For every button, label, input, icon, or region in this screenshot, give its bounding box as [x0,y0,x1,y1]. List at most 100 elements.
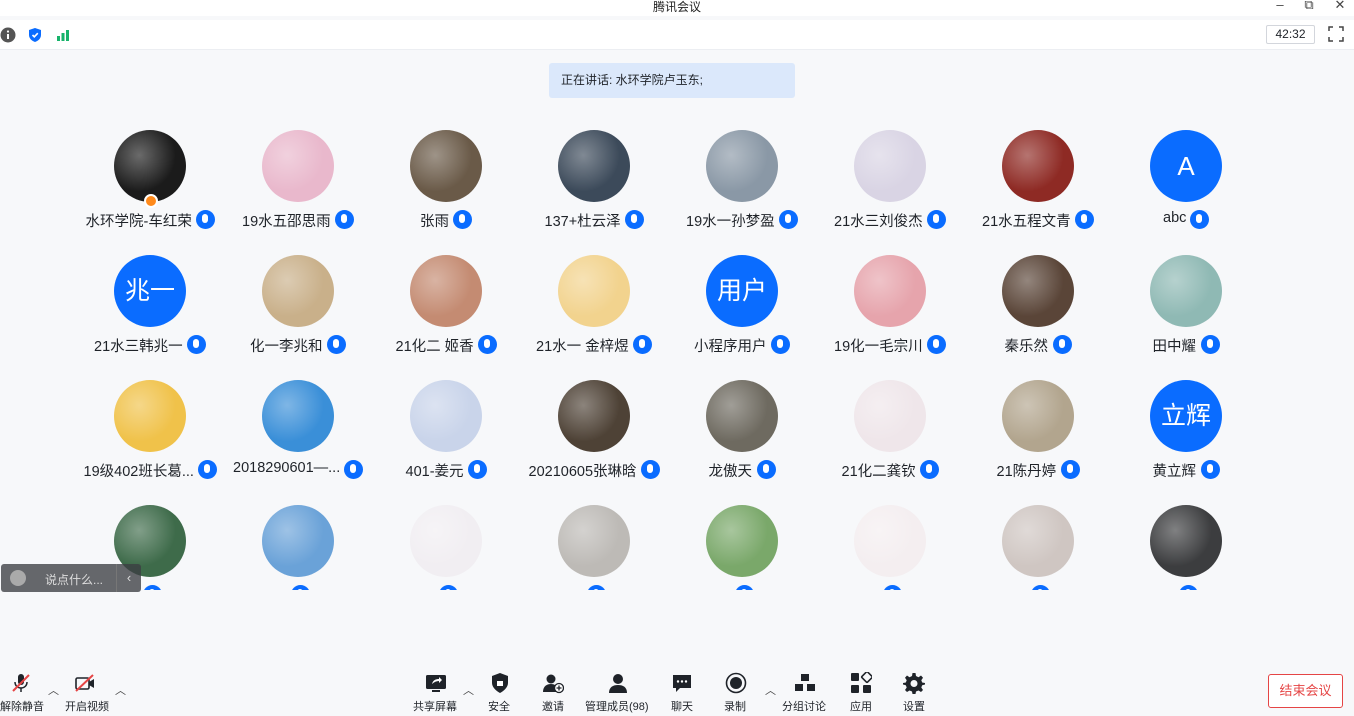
participant-name: 19级402班长葛... [83,464,194,480]
participant-tile[interactable] [964,485,1112,590]
participant-avatar [1002,255,1074,327]
participant-tile[interactable] [816,485,964,590]
share-screen-button[interactable]: 共享屏幕 [411,670,461,716]
audio-options-chevron-icon[interactable]: ︿ [48,682,59,698]
fullscreen-icon[interactable] [1328,26,1344,42]
participant-tile[interactable]: 立辉 黄立辉 [1112,360,1260,485]
participant-avatar [854,505,926,577]
manage-members-button[interactable]: 管理成员(98) [584,670,652,716]
participant-tile[interactable]: 21水一 金梓煜 [520,235,668,360]
participant-avatar [1150,255,1222,327]
participant-avatar [410,505,482,577]
record-button[interactable]: 录制 [722,670,750,716]
participant-tile[interactable]: 19化一毛宗川 [816,235,964,360]
participant-avatar [558,505,630,577]
chat-quick-input[interactable]: 说点什么... ‹ [1,564,141,592]
mic-status-icon [919,460,939,479]
participant-tile[interactable] [1112,485,1260,590]
participant-avatar [854,130,926,202]
participant-tile[interactable]: 化一李兆和 [224,235,372,360]
invite-button[interactable]: 邀请 [540,670,568,716]
participant-name: 化一李兆和 [250,339,323,355]
participant-tile[interactable]: 水环学院-车红荣 [76,110,224,235]
participant-tile[interactable]: 19水五邵思雨 [224,110,372,235]
participant-name: 黄立辉 [1152,464,1197,480]
participant-name: 2018290601—... [233,460,341,476]
participant-avatar: 立辉 [1150,380,1222,452]
participant-tile[interactable]: 21陈丹婷 [964,360,1112,485]
unmute-button[interactable]: 解除静音 [0,670,46,716]
apps-button[interactable]: 应用 [848,670,876,716]
participant-name: 21水三刘俊杰 [834,214,923,230]
host-badge-icon [144,194,158,208]
participant-tile[interactable]: 21水三刘俊杰 [816,110,964,235]
participant-tile[interactable]: 19级402班长葛... [76,360,224,485]
camera-off-icon [75,674,94,692]
participant-tile[interactable]: 20210605张琳晗 [520,360,668,485]
restore-icon[interactable]: ⧉ [1296,0,1322,13]
participant-tile[interactable]: 21水五程文青 [964,110,1112,235]
participant-tile[interactable]: 19水一孙梦盈 [668,110,816,235]
participant-name: 21化二 姬香 [395,339,474,355]
participant-tile[interactable] [520,485,668,590]
participant-avatar [262,255,334,327]
participant-avatar [410,130,482,202]
emoji-icon[interactable] [10,570,26,586]
mic-status-icon [477,335,497,354]
end-meeting-button[interactable]: 结束会议 [1268,674,1343,708]
settings-label: 设置 [903,701,925,713]
meeting-timer: 42:32 [1266,25,1315,44]
participant-tile[interactable]: 21化二 姬香 [372,235,520,360]
participant-avatar [706,380,778,452]
participant-tile[interactable]: 龙傲天 [668,360,816,485]
participant-tile[interactable]: Aabc [1112,110,1260,235]
participant-name: 19水一孙梦盈 [686,214,775,230]
security-button[interactable]: 安全 [486,670,514,716]
participant-tile[interactable]: 401-姜元 [372,360,520,485]
settings-button[interactable]: 设置 [900,670,928,716]
mic-status-icon [1200,460,1220,479]
start-video-label: 开启视频 [65,701,109,713]
participant-avatar [262,380,334,452]
participant-tile[interactable]: 21化二龚钦 [816,360,964,485]
mic-status-icon [624,210,644,229]
participant-tile[interactable] [668,485,816,590]
security-shield-icon [492,673,508,693]
participant-tile[interactable]: 137+杜云泽 [520,110,668,235]
participant-tile[interactable]: 秦乐然 [964,235,1112,360]
participant-tile[interactable]: 张雨 [372,110,520,235]
share-options-chevron-icon[interactable]: ︿ [463,682,474,698]
participant-avatar [410,255,482,327]
start-video-button[interactable]: 开启视频 [63,670,113,716]
mic-status-icon [756,460,776,479]
participant-tile[interactable]: 兆一 21水三韩兆一 [76,235,224,360]
participant-avatar [706,505,778,577]
speaking-indicator: 正在讲话: 水环学院卢玉东; [549,63,795,98]
participant-tile[interactable] [372,485,520,590]
close-icon[interactable]: ✕ [1327,0,1353,13]
info-bar [0,20,1354,50]
participant-tile[interactable]: 2018290601—... [224,360,372,485]
record-options-chevron-icon[interactable]: ︿ [765,682,776,698]
participant-avatar [262,505,334,577]
window-title: 腾讯会议 [652,0,701,14]
minimize-icon[interactable]: – [1267,0,1293,13]
collapse-chevron-icon[interactable]: ‹ [116,564,141,592]
participant-tile[interactable]: 用户 小程序用户 [668,235,816,360]
participant-tile[interactable]: 田中耀 [1112,235,1260,360]
mic-status-icon [927,210,946,229]
info-icon[interactable] [0,27,16,43]
mic-status-icon [290,585,310,590]
participant-avatar [114,380,186,452]
video-options-chevron-icon[interactable]: ︿ [115,682,126,698]
breakout-rooms-button[interactable]: 分组讨论 [782,670,828,716]
participant-avatar: 用户 [706,255,778,327]
chat-button[interactable]: 聊天 [670,670,698,716]
participant-tile[interactable] [224,485,372,590]
shield-icon[interactable] [27,27,43,43]
mic-status-icon [335,210,354,229]
participant-name: 21水一 金梓煜 [536,339,629,355]
mic-status-icon [882,585,902,590]
signal-icon[interactable] [55,27,71,43]
mic-status-icon [142,585,162,590]
